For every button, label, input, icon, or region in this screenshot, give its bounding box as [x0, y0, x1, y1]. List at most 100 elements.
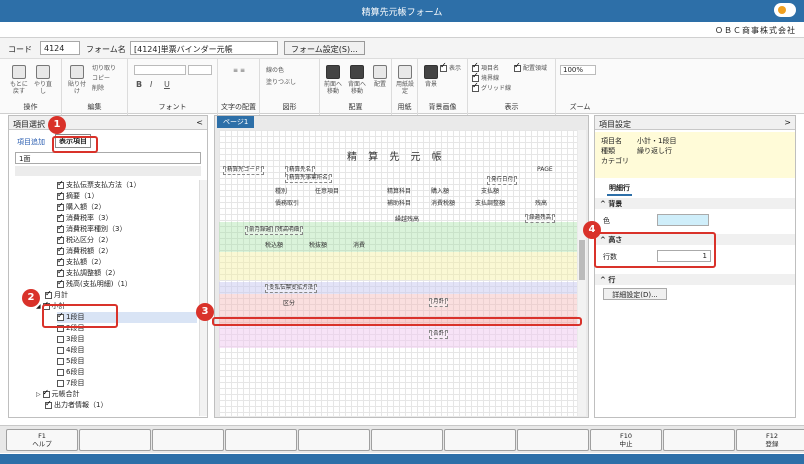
tree-checkbox[interactable] [57, 368, 64, 376]
function-key-2[interactable] [79, 429, 151, 451]
tree-checkbox[interactable] [57, 234, 64, 244]
show-grid-checkbox[interactable]: グリッド線 [472, 82, 511, 92]
field-settle-biz[interactable]: [精算先事業所名] [285, 174, 332, 183]
field-settle-code[interactable]: [精算先コード] [223, 166, 265, 175]
paste-button[interactable]: 貼り付け [66, 65, 88, 95]
tree-checkbox[interactable] [57, 379, 64, 387]
form-sheet[interactable]: 精 算 先 元 帳 [精算先コード] [精算先名] [精算先事業所名] PAGE… [219, 130, 577, 416]
function-key-1[interactable]: F1 ヘルプ [6, 429, 78, 451]
tree-checkbox[interactable] [45, 289, 52, 299]
bring-front-button[interactable]: 前面へ移動 [322, 65, 344, 95]
tree-item[interactable]: 3段目 [57, 334, 197, 345]
italic-button[interactable]: I [150, 81, 152, 89]
tree-item[interactable]: 出力者情報（1） [45, 399, 197, 411]
fill-button[interactable]: 塗りつぶし [266, 79, 296, 86]
tree-item[interactable]: 支払調整額（2） [57, 267, 197, 279]
band-monthly[interactable] [219, 294, 577, 318]
show-placement-checkbox[interactable]: 配置領域 [514, 62, 547, 72]
tree-checkbox[interactable] [57, 357, 64, 365]
bold-button[interactable]: B [136, 81, 142, 89]
tree-item[interactable]: 購入額（2） [57, 201, 197, 213]
tree-checkbox[interactable] [57, 212, 64, 222]
tree-item[interactable]: 月計 [45, 289, 197, 301]
tree-item[interactable]: 残高(支払明細)（1） [57, 278, 197, 290]
detail-settings-button[interactable]: 詳細設定(D)... [603, 288, 667, 300]
delete-button[interactable]: 削除 [92, 85, 104, 92]
form-name-field[interactable]: [4124]単票バインダー元帳 [130, 41, 278, 55]
align-button[interactable]: 配置 [370, 65, 390, 88]
function-key-10[interactable] [663, 429, 735, 451]
background-button[interactable]: 背景 [422, 65, 440, 88]
tree-checkbox[interactable] [45, 399, 52, 409]
tree-checkbox[interactable] [57, 245, 64, 255]
tree-checkbox[interactable] [57, 190, 64, 200]
zoom-select[interactable]: 100% [560, 65, 596, 75]
send-back-button[interactable]: 背面へ移動 [346, 65, 368, 95]
tree-item[interactable]: ▷ 元帳合計 [36, 388, 197, 400]
section-background[interactable]: ^ 背景 [595, 198, 795, 209]
tree-scrollbar[interactable] [199, 180, 207, 416]
tree-checkbox[interactable] [57, 335, 64, 343]
tree-checkbox[interactable] [57, 346, 64, 354]
function-key-6[interactable] [371, 429, 443, 451]
tree-item[interactable]: 5段目 [57, 356, 197, 367]
tree-item[interactable]: 6段目 [57, 367, 197, 378]
font-family-select[interactable] [134, 65, 186, 75]
col-item: 任意項目 [315, 188, 340, 195]
canvas-scroll-thumb[interactable] [579, 240, 585, 280]
tree-item[interactable]: 摘要（1） [57, 190, 197, 202]
code-field[interactable]: 4124 [40, 41, 80, 55]
function-key-5[interactable] [298, 429, 370, 451]
field-monthly[interactable]: [月計] [429, 298, 449, 307]
tree-checkbox[interactable] [57, 278, 64, 288]
tree-item[interactable]: 消費税額（2） [57, 245, 197, 257]
function-key-4[interactable] [225, 429, 297, 451]
underline-button[interactable]: U [164, 81, 170, 89]
font-size-select[interactable] [188, 65, 212, 75]
tab-add-item[interactable]: 項目追加 [17, 137, 45, 147]
field-issue-date[interactable]: [発行日付] [487, 176, 518, 185]
tree-item[interactable]: 消費税率種別（3） [57, 223, 197, 235]
tree-checkbox[interactable] [57, 223, 64, 233]
tree-item[interactable]: 消費税率（3） [57, 212, 197, 224]
canvas-scrollbar[interactable] [578, 130, 586, 416]
field-payment-method[interactable]: [支払伝票支払方法] [265, 284, 318, 293]
tree-checkbox[interactable] [42, 388, 50, 398]
tree-checkbox[interactable] [57, 267, 64, 277]
text-align-icon[interactable]: ≡ ≡ [224, 67, 254, 74]
copy-button[interactable]: コピー [92, 75, 110, 82]
section-row[interactable]: ^ 行 [595, 274, 795, 285]
tree-checkbox[interactable] [57, 201, 64, 211]
tree-item[interactable]: 税込区分（2） [57, 234, 197, 246]
band-detail[interactable] [219, 252, 577, 280]
page-select[interactable]: 1面 [15, 152, 201, 164]
cut-button[interactable]: 切り取り [92, 65, 116, 72]
paper-settings-button[interactable]: 用紙設定 [396, 65, 414, 95]
collapse-left-icon[interactable]: < [196, 118, 203, 127]
collapse-right-icon[interactable]: > [784, 118, 791, 127]
redo-button[interactable]: やり直し [32, 65, 54, 95]
background-show-checkbox[interactable]: 表示 [440, 62, 461, 72]
tree-checkbox[interactable] [57, 180, 64, 189]
tree-item[interactable]: 4段目 [57, 345, 197, 356]
tab-page1[interactable]: ページ1 [217, 116, 255, 128]
band-total[interactable] [219, 326, 577, 348]
function-key-8[interactable] [517, 429, 589, 451]
tree-item[interactable]: 7段目 [57, 378, 197, 389]
tree-item[interactable]: 支払伝票支払方法（1） [57, 180, 197, 191]
line-color-button[interactable]: 線の色 [266, 67, 284, 74]
tree-checkbox[interactable] [57, 256, 64, 266]
field-prev-carry[interactable]: [前月繰越] [残高明細] [245, 226, 304, 235]
undo-button[interactable]: もとに戻す [8, 65, 30, 95]
form-settings-button[interactable]: フォーム設定(S)... [284, 41, 365, 55]
function-key-3[interactable] [152, 429, 224, 451]
function-key-label: ヘルプ [32, 440, 52, 448]
tab-detail-row[interactable]: 明細行 [607, 182, 632, 196]
function-key-9[interactable]: F10 中止 [590, 429, 662, 451]
color-picker[interactable] [657, 214, 709, 226]
tree-item[interactable]: 支払額（2） [57, 256, 197, 268]
field-carry-amount[interactable]: [繰越残高] [525, 214, 556, 223]
field-total[interactable]: [合計] [429, 330, 449, 339]
function-key-7[interactable] [444, 429, 516, 451]
function-key-11[interactable]: F12 登録 [736, 429, 804, 451]
